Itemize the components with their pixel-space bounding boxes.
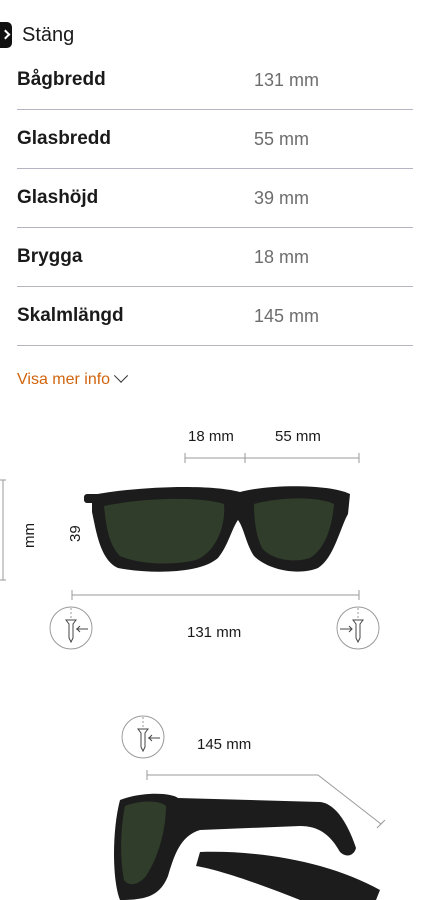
spec-label: Glasbredd xyxy=(17,128,111,149)
spec-label: Bågbredd xyxy=(17,69,106,90)
lens-width-dim-label: 55 mm xyxy=(275,428,321,445)
spec-value: 18 mm xyxy=(254,246,310,267)
spec-label: Glashöjd xyxy=(17,187,99,208)
chevron-down-icon xyxy=(114,368,129,383)
lens-height-unit: mm xyxy=(21,523,38,548)
lens-height-value: 39 xyxy=(67,525,84,542)
spec-value: 39 mm xyxy=(254,187,310,208)
size-diagram: 18 mm 55 mm 39 mm 131 mm 145 mm xyxy=(0,428,386,900)
screw-icon xyxy=(336,606,380,650)
lens-height-dimension xyxy=(0,479,6,581)
glasses-front-image xyxy=(84,486,350,572)
spec-value: 55 mm xyxy=(254,128,310,149)
spec-value: 131 mm xyxy=(254,69,320,90)
spec-row-lens-width: Glasbredd 55 mm xyxy=(17,110,413,169)
close-button[interactable]: Stäng xyxy=(0,18,74,52)
spec-label: Skalmlängd xyxy=(17,305,124,326)
spec-value: 145 mm xyxy=(254,305,320,326)
spec-label: Brygga xyxy=(17,246,83,267)
close-label: Stäng xyxy=(22,23,75,46)
temple-dim-label: 145 mm xyxy=(197,736,251,753)
spec-row-frame-width: Bågbredd 131 mm xyxy=(17,51,413,110)
screw-icon xyxy=(121,715,165,759)
bridge-dimension xyxy=(184,453,360,463)
show-more-label: Visa mer info xyxy=(17,371,111,388)
glasses-side-image xyxy=(114,793,380,900)
screw-icon xyxy=(49,606,93,650)
bridge-dim-label: 18 mm xyxy=(188,428,234,445)
spec-table: Bågbredd 131 mm Glasbredd 55 mm Glashöjd… xyxy=(17,51,413,346)
show-more-link[interactable]: Visa mer info xyxy=(17,367,129,393)
chevron-left-icon xyxy=(0,22,12,48)
spec-row-temple-length: Skalmlängd 145 mm xyxy=(17,287,413,346)
spec-row-lens-height: Glashöjd 39 mm xyxy=(17,169,413,228)
frame-width-dim-label: 131 mm xyxy=(187,624,241,641)
spec-row-bridge: Brygga 18 mm xyxy=(17,228,413,287)
frame-width-dimension xyxy=(71,590,360,600)
